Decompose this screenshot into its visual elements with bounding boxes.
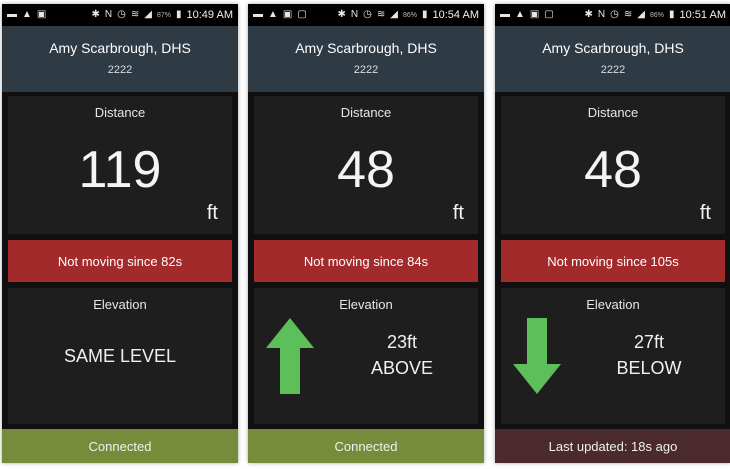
elevation-label: Elevation [339,297,393,312]
up-arrow-icon [266,318,314,394]
contact-name: Amy Scarbrough, DHS [542,40,684,56]
battery-percent: 86% [649,11,664,19]
distance-value: 48 [337,141,395,199]
screenshot-icon: ▢ [297,9,307,20]
distance-label: Distance [340,105,392,120]
motion-alert-banner: Not moving since 84s [254,240,478,282]
distance-unit: ft [452,202,464,224]
battery-icon: ▮ [422,9,428,20]
screenshot-icon: ▢ [544,9,554,20]
elevation-label: Elevation [93,297,147,312]
contact-name: Amy Scarbrough, DHS [49,40,191,56]
distance-panel: Distance 48 ft [254,96,478,234]
alarm-icon: ◷ [363,9,372,20]
message-icon: ▬ [500,9,510,20]
nfc-icon: N [597,9,606,20]
wifi-icon: ≋ [623,9,633,20]
signal-icon: ◢ [144,9,152,20]
elevation-panel: Elevation SAME LEVEL [8,288,232,424]
signal-icon: ◢ [637,9,645,20]
message-icon: ▬ [7,9,17,20]
battery-icon: ▮ [176,9,182,20]
warning-icon: ▲ [22,9,32,20]
message-icon: ▬ [253,9,263,20]
distance-label: Distance [94,105,146,120]
contact-header: Amy Scarbrough, DHS 2222 [495,26,730,92]
phone-screen: ▬ ▲ ▣ ▢ ✱ N ◷ ≋ ◢ 86% ▮ 10:51 AM Amy Sca… [495,4,730,463]
elevation-level: SAME LEVEL [63,346,177,366]
motion-alert-banner: Not moving since 82s [8,240,232,282]
bluetooth-icon: ✱ [337,9,346,20]
elevation-panel: Elevation 23ft ABOVE [254,288,478,424]
nfc-icon: N [350,9,359,20]
clock: 10:49 AM [186,9,233,21]
status-bar: ▬ ▲ ▣ ▢ ✱ N ◷ ≋ ◢ 86% ▮ 10:54 AM [248,4,484,26]
bluetooth-icon: ✱ [584,9,593,20]
clock: 10:51 AM [679,9,726,21]
status-bar: ▬ ▲ ▣ ▢ ✱ N ◷ ≋ ◢ 86% ▮ 10:51 AM [495,4,730,26]
signal-icon: ◢ [390,9,398,20]
warning-icon: ▲ [268,9,278,20]
elevation-direction: ABOVE [370,358,434,378]
wifi-icon: ≋ [376,9,386,20]
clock: 10:54 AM [432,9,479,21]
phone-screen: ▬ ▲ ▣ ✱ N ◷ ≋ ◢ 87% ▮ 10:49 AM Amy Scarb… [2,4,238,463]
distance-value: 48 [584,141,642,199]
connection-status-bar: Connected [248,429,484,463]
distance-panel: Distance 119 ft [8,96,232,234]
elevation-amount: 23ft [386,332,418,352]
gallery-icon: ▣ [282,9,293,20]
battery-icon: ▮ [669,9,675,20]
distance-label: Distance [587,105,639,120]
elevation-panel: Elevation 27ft BELOW [501,288,725,424]
distance-unit: ft [206,202,218,224]
connection-status-bar: Last updated: 18s ago [495,429,730,463]
phone-screen: ▬ ▲ ▣ ▢ ✱ N ◷ ≋ ◢ 86% ▮ 10:54 AM Amy Sca… [248,4,484,463]
contact-id: 2222 [353,64,379,76]
contact-id: 2222 [600,64,626,76]
distance-value: 119 [78,141,162,199]
gallery-icon: ▣ [36,9,47,20]
contact-id: 2222 [107,64,133,76]
contact-header: Amy Scarbrough, DHS 2222 [2,26,238,92]
distance-panel: Distance 48 ft [501,96,725,234]
contact-header: Amy Scarbrough, DHS 2222 [248,26,484,92]
alarm-icon: ◷ [610,9,619,20]
elevation-label: Elevation [586,297,640,312]
elevation-amount: 27ft [633,332,665,352]
gallery-icon: ▣ [529,9,540,20]
motion-alert-banner: Not moving since 105s [501,240,725,282]
contact-name: Amy Scarbrough, DHS [295,40,437,56]
distance-unit: ft [699,202,711,224]
connection-status-bar: Connected [2,429,238,463]
battery-percent: 86% [402,11,417,19]
down-arrow-icon [513,318,561,394]
wifi-icon: ≋ [130,9,140,20]
battery-percent: 87% [156,11,171,19]
bluetooth-icon: ✱ [91,9,100,20]
nfc-icon: N [104,9,113,20]
status-bar: ▬ ▲ ▣ ✱ N ◷ ≋ ◢ 87% ▮ 10:49 AM [2,4,238,26]
elevation-direction: BELOW [616,358,682,378]
alarm-icon: ◷ [117,9,126,20]
warning-icon: ▲ [515,9,525,20]
